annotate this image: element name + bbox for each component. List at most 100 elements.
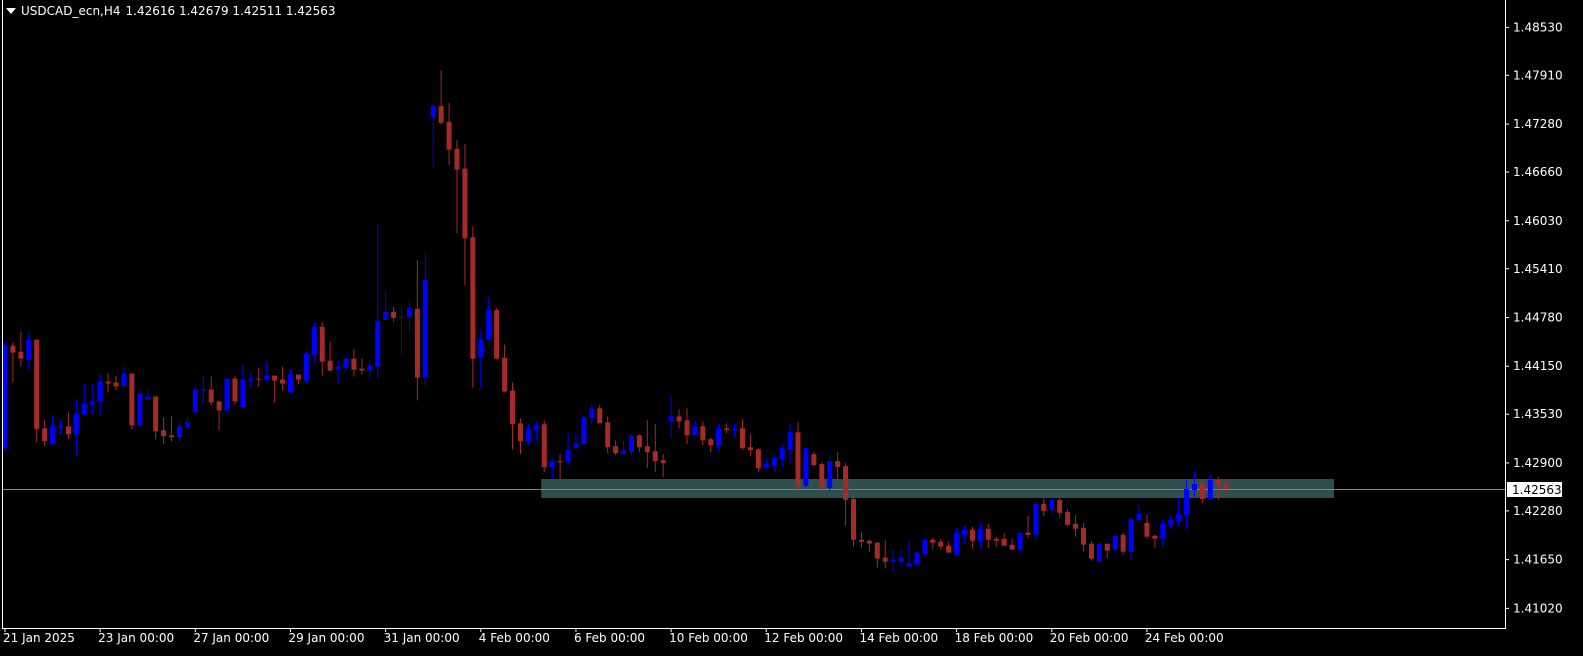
candle-body <box>1199 484 1205 499</box>
candle-body <box>184 422 190 428</box>
candle-body <box>454 148 460 170</box>
candle-body <box>224 378 230 411</box>
candle-body <box>89 401 95 405</box>
bullish-candle <box>1096 541 1102 562</box>
candle-body <box>216 401 222 411</box>
candle-body <box>65 426 71 435</box>
candle-body <box>1049 499 1055 510</box>
candle-body <box>652 451 658 462</box>
bearish-candle <box>1088 540 1094 561</box>
price-tick-label: 1.44150 <box>1513 359 1563 373</box>
chart-header: USDCAD_ecn,H4 1.42616 1.42679 1.42511 1.… <box>6 4 335 18</box>
time-tick-label: 6 Feb 00:00 <box>574 631 645 645</box>
candle-body <box>739 428 745 449</box>
time-tick-label: 20 Feb 00:00 <box>1050 631 1129 645</box>
price-chart[interactable]: 1.48530 1.47910 1.47280 1.46660 1.46030 1.454… <box>0 0 1583 656</box>
support-resistance-zone[interactable] <box>541 479 1334 498</box>
chart-background <box>0 0 1583 656</box>
candle-body <box>1057 499 1063 513</box>
candle-body <box>1073 523 1079 529</box>
candle-body <box>18 351 24 359</box>
time-tick-label: 21 Jan 2025 <box>3 631 75 645</box>
candle-body <box>1009 544 1015 550</box>
candle-body <box>851 498 857 540</box>
candle-body <box>73 413 79 435</box>
candle-body <box>1192 484 1197 491</box>
candle-body <box>668 416 674 422</box>
candle-body <box>732 428 738 431</box>
candle-body <box>359 368 365 371</box>
price-tick-label: 1.42280 <box>1513 504 1563 518</box>
candle-body <box>129 373 135 426</box>
candle-body <box>494 309 500 359</box>
candle-body <box>541 424 547 468</box>
candle-body <box>613 446 619 454</box>
price-tick-label: 1.42900 <box>1513 456 1563 470</box>
candle-body <box>1207 480 1213 499</box>
candle-body <box>1215 480 1221 486</box>
bullish-candle <box>2 341 8 452</box>
price-tick-label: 1.47280 <box>1513 117 1563 131</box>
candle-body <box>858 539 864 542</box>
price-tick-label: 1.46030 <box>1513 214 1563 228</box>
candle-body <box>470 237 476 359</box>
candle-body <box>787 432 793 450</box>
candle-body <box>1128 518 1134 552</box>
bullish-candle <box>1112 533 1118 552</box>
candle-body <box>700 426 706 441</box>
candle-body <box>208 389 214 403</box>
candle-body <box>1144 522 1150 537</box>
candle-body <box>50 426 56 445</box>
price-tick-label: 1.44780 <box>1513 310 1563 324</box>
candle-body <box>391 311 397 318</box>
candle-body <box>1041 503 1047 511</box>
bullish-candle <box>192 386 198 413</box>
candle-body <box>248 378 254 381</box>
time-tick-label: 12 Feb 00:00 <box>764 631 843 645</box>
candle-body <box>1033 503 1039 535</box>
bearish-candle <box>819 462 825 492</box>
candle-body <box>819 464 825 488</box>
candle-body <box>272 375 278 381</box>
candle-body <box>660 460 666 464</box>
candle-body <box>1017 532 1023 550</box>
candle-body <box>256 378 262 380</box>
candle-body <box>843 466 849 500</box>
time-tick-label: 31 Jan 00:00 <box>384 631 460 645</box>
candle-body <box>1223 484 1229 489</box>
candle-body <box>81 403 87 415</box>
candle-body <box>105 381 111 384</box>
candle-body <box>200 389 206 391</box>
time-tick-label: 24 Feb 00:00 <box>1145 631 1224 645</box>
candle-body <box>811 454 817 466</box>
current-price-text: 1.42563 <box>1512 483 1562 497</box>
candle-body <box>914 552 920 565</box>
candle-body <box>628 435 634 453</box>
candle-body <box>644 446 650 453</box>
candle-body <box>430 105 436 117</box>
candle-body <box>993 538 999 541</box>
candle-body <box>827 461 833 488</box>
price-tick-label: 1.46660 <box>1513 165 1563 179</box>
candle-body <box>383 311 389 320</box>
candle-body <box>962 529 968 535</box>
candle-body <box>1136 513 1142 520</box>
candle-body <box>882 557 888 562</box>
time-tick-label: 14 Feb 00:00 <box>859 631 938 645</box>
candle-body <box>708 439 714 446</box>
price-tick-label: 1.41650 <box>1513 553 1563 567</box>
candle-body <box>1025 532 1031 535</box>
candle-body <box>137 393 143 426</box>
current-price-label: 1.42563 <box>1507 482 1562 497</box>
candle-body <box>406 307 412 317</box>
bearish-candle <box>129 373 135 430</box>
dropdown-triangle-icon[interactable] <box>6 8 16 14</box>
candle-body <box>367 365 373 371</box>
bullish-candle <box>803 447 809 488</box>
candle-body <box>692 426 698 436</box>
candle-body <box>747 447 753 451</box>
bearish-candle <box>1120 532 1126 555</box>
bullish-candle <box>628 434 634 456</box>
candle-body <box>581 417 587 445</box>
candle-body <box>724 428 730 431</box>
